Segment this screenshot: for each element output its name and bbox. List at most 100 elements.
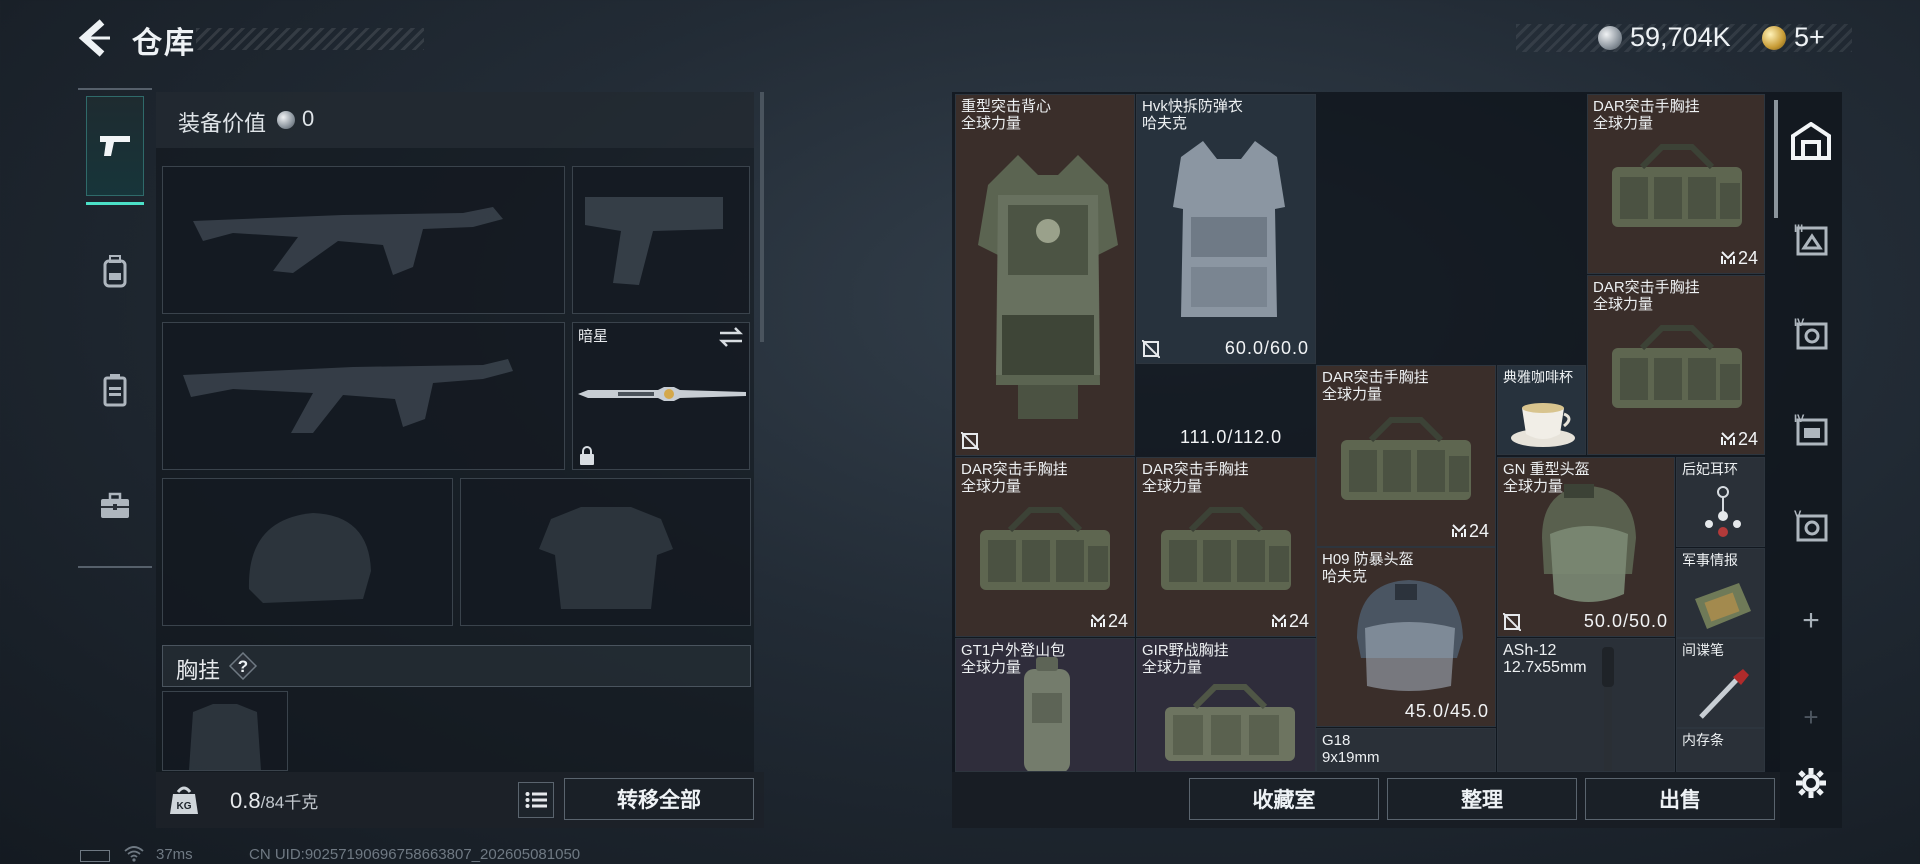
item-faction: 全球力量 xyxy=(1593,296,1654,313)
add-page-button[interactable]: + xyxy=(1784,590,1838,652)
stash-item-gn-helmet[interactable]: GN 重型头盔 全球力量 50.0/50.0 xyxy=(1497,457,1675,637)
settings-button[interactable] xyxy=(1784,752,1838,814)
stash-page-4a[interactable]: IV xyxy=(1784,302,1838,364)
bullet-image xyxy=(1602,647,1614,771)
pistol-silhouette-icon xyxy=(585,197,723,285)
stash-item-hvk-vest[interactable]: Hvk快拆防弹衣 哈夫克 60.0/60.0 xyxy=(1136,94,1316,364)
item-count: 24 xyxy=(1090,611,1128,632)
stash-item-g18-ammo[interactable]: G18 9x19mm xyxy=(1316,728,1496,772)
vest-image xyxy=(978,155,1118,419)
stash-item-spy-pen[interactable]: 间谍笔 xyxy=(1676,638,1765,728)
stash-item-dar-rig[interactable]: DAR突击手胸挂 全球力量 24 xyxy=(1316,365,1496,547)
stash-page-icon: IV xyxy=(1794,413,1828,446)
svg-text:?: ? xyxy=(238,657,248,676)
item-count-value: 24 xyxy=(1468,521,1489,541)
helmet-image xyxy=(1542,484,1636,602)
chest-rig-slot[interactable] xyxy=(162,691,288,771)
collection-room-button[interactable]: 收藏室 xyxy=(1189,778,1379,820)
multiplier-icon xyxy=(1090,614,1105,627)
rig-silhouette-icon xyxy=(189,704,261,770)
item-name: ASh-12 xyxy=(1503,642,1557,659)
item-name: DAR突击手胸挂 xyxy=(1593,279,1700,296)
item-count: 24 xyxy=(1720,429,1758,450)
item-caliber: 9x19mm xyxy=(1322,749,1380,766)
gold-currency-value[interactable]: 5+ xyxy=(1794,22,1825,53)
transfer-all-button[interactable]: 转移全部 xyxy=(564,778,754,820)
tab-weapons[interactable] xyxy=(86,96,144,196)
sell-button[interactable]: 出售 xyxy=(1585,778,1775,820)
settings-icon xyxy=(1796,768,1826,798)
pistol-slot[interactable] xyxy=(572,166,750,314)
item-name: DAR突击手胸挂 xyxy=(1593,98,1700,115)
rifle-silhouette-icon xyxy=(193,207,503,275)
list-view-button[interactable] xyxy=(518,782,554,818)
back-arrow-icon[interactable] xyxy=(78,18,112,58)
item-faction: 全球力量 xyxy=(1322,386,1383,403)
item-name: DAR突击手胸挂 xyxy=(1322,369,1429,386)
equipment-scrollbar[interactable] xyxy=(760,92,764,342)
stash-item-gir-rig[interactable]: GIR野战胸挂 全球力量 xyxy=(1136,638,1316,772)
item-faction: 全球力量 xyxy=(1142,659,1203,676)
stash-page-5[interactable]: V xyxy=(1784,494,1838,556)
rig-image xyxy=(1612,325,1742,408)
silver-coin-icon xyxy=(1598,26,1622,50)
rig-image xyxy=(1165,684,1295,761)
primary-weapon-slot-2[interactable] xyxy=(162,322,565,470)
stash-item-dar-rig[interactable]: DAR突击手胸挂 全球力量 24 xyxy=(955,457,1135,637)
helmet-slot[interactable] xyxy=(162,478,453,626)
silver-currency-value: 59,704K xyxy=(1630,22,1731,52)
item-name: 后妃耳环 xyxy=(1682,461,1738,477)
stash-item-coffee-cup[interactable]: 典雅咖啡杯 xyxy=(1497,365,1586,455)
add-page-button-disabled: + xyxy=(1803,701,1819,732)
item-name: DAR突击手胸挂 xyxy=(961,461,1068,478)
tab-case[interactable] xyxy=(86,456,144,556)
silver-coin-icon xyxy=(277,111,295,129)
vest-icon xyxy=(103,374,127,407)
stash-page-4b[interactable]: IV xyxy=(1784,398,1838,460)
list-icon xyxy=(525,792,547,808)
rifle-silhouette-icon xyxy=(183,359,513,433)
knife-image xyxy=(578,385,746,403)
stash-item-dar-rig[interactable]: DAR突击手胸挂 全球力量 24 xyxy=(1587,94,1765,274)
swap-icon[interactable] xyxy=(718,326,744,348)
tab-active-indicator xyxy=(86,202,144,205)
stash-item-memory-stick[interactable]: 内存条 xyxy=(1676,728,1765,772)
armor-slot[interactable] xyxy=(460,478,751,626)
stash-item-h09-helmet[interactable]: H09 防暴头盔 哈夫克 45.0/45.0 xyxy=(1316,547,1496,727)
stash-item-dar-rig[interactable]: DAR突击手胸挂 全球力量 24 xyxy=(1587,275,1765,455)
tab-backpack[interactable] xyxy=(86,222,144,322)
primary-weapon-slot-1[interactable] xyxy=(162,166,565,314)
stash-item-heavy-vest[interactable]: 重型突击背心 全球力量 xyxy=(955,94,1135,456)
help-icon[interactable]: ? xyxy=(228,651,258,681)
stash-page-3[interactable]: III xyxy=(1784,208,1838,270)
item-faction: 哈夫克 xyxy=(1142,115,1188,132)
stash-page-main[interactable] xyxy=(1784,110,1838,172)
item-name: GN 重型头盔 xyxy=(1503,461,1590,478)
svg-text:IV: IV xyxy=(1794,413,1805,425)
item-name: 重型突击背心 xyxy=(961,98,1052,115)
ping-value: 37ms xyxy=(156,846,193,863)
organize-button[interactable]: 整理 xyxy=(1387,778,1577,820)
weight-max: /84千克 xyxy=(260,793,319,812)
tabs-divider xyxy=(78,566,152,568)
weight-icon: KG xyxy=(168,782,200,816)
svg-text:KG: KG xyxy=(177,801,192,812)
svg-text:IV: IV xyxy=(1794,317,1805,329)
wifi-icon xyxy=(124,846,144,862)
item-name: 军事情报 xyxy=(1682,552,1738,568)
tab-chest-rig[interactable] xyxy=(86,340,144,440)
intel-image xyxy=(1695,583,1751,629)
stash-item-military-intel[interactable]: 军事情报 xyxy=(1676,548,1765,638)
earring-image xyxy=(1705,486,1741,537)
item-durability: 45.0/45.0 xyxy=(1404,701,1489,721)
item-count: 24 xyxy=(1271,611,1309,632)
lock-icon xyxy=(578,446,596,466)
stash-item-dar-rig[interactable]: DAR突击手胸挂 全球力量 24 xyxy=(1136,457,1316,637)
pistol-icon xyxy=(100,136,130,156)
equipment-value: 0 xyxy=(302,106,315,131)
stash-scrollbar[interactable] xyxy=(1774,100,1778,218)
stash-item-gt1-backpack[interactable]: GT1户外登山包 全球力量 xyxy=(955,638,1135,772)
stash-item-ash12-ammo[interactable]: ASh-12 12.7x55mm xyxy=(1497,638,1675,772)
item-caliber: 12.7x55mm xyxy=(1503,659,1587,676)
stash-item-earring[interactable]: 后妃耳环 xyxy=(1676,457,1765,547)
